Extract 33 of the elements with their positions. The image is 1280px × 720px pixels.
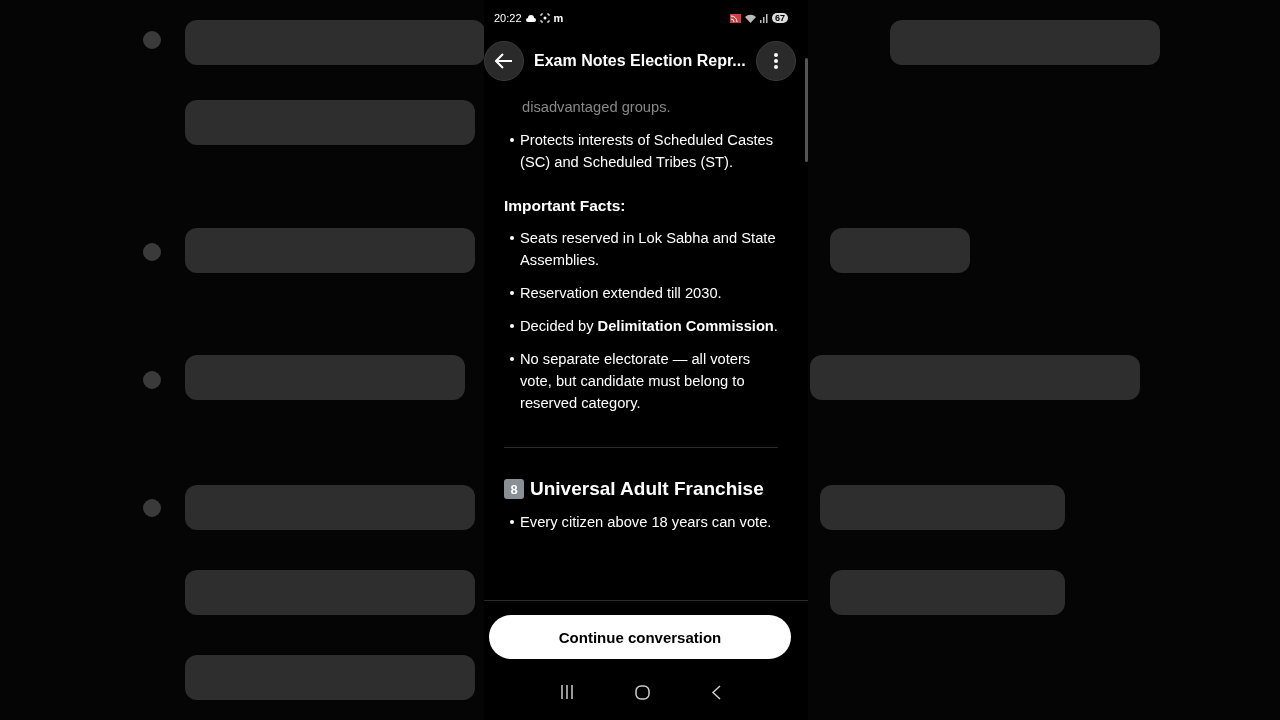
- bullet-icon: [510, 138, 514, 142]
- home-icon[interactable]: [634, 685, 650, 700]
- bullet-text: Reservation extended till 2030.: [520, 284, 722, 303]
- section-title: Universal Adult Franchise: [530, 478, 764, 500]
- more-button[interactable]: [755, 41, 796, 81]
- clock: 20:22: [494, 12, 522, 24]
- battery-level: 67: [772, 13, 788, 23]
- bullet-text: Seats reserved in Lok Sabha and State Assemblies.: [520, 229, 777, 270]
- back-icon[interactable]: [710, 685, 721, 700]
- signal-icon: [760, 13, 768, 23]
- cloud-icon: [525, 14, 536, 22]
- continue-button[interactable]: Continue conversation: [489, 615, 791, 659]
- more-icon: [773, 53, 778, 69]
- number-badge: 8: [504, 479, 524, 499]
- screenshot-icon: [539, 13, 550, 23]
- chat-title: Exam Notes Election Repr...: [534, 52, 746, 70]
- bullet-icon: [510, 291, 514, 295]
- bullet-icon: [510, 520, 514, 524]
- bullet-text: Decided by Delimitation Commission.: [520, 317, 778, 336]
- back-arrow-icon: [495, 53, 513, 69]
- faded-text: disadvantaged groups.: [522, 98, 672, 117]
- back-button[interactable]: [484, 41, 524, 81]
- bullet-icon: [510, 324, 514, 328]
- cast-icon: [730, 13, 741, 23]
- recents-icon[interactable]: [559, 685, 574, 699]
- bullet-text: Every citizen above 18 years can vote.: [520, 513, 772, 532]
- wifi-icon: [745, 13, 756, 23]
- bullet-text: Protects interests of Scheduled Castes (SC) and Scheduled Tribes (ST).: [520, 131, 775, 172]
- subheading: Important Facts:: [504, 197, 627, 215]
- bullet-icon: [510, 236, 514, 240]
- bullet-text: No separate electorate — all voters vote, but candidate must belong to reserved category.: [520, 350, 752, 413]
- app-letter: m: [553, 12, 564, 24]
- bullet-icon: [510, 357, 514, 361]
